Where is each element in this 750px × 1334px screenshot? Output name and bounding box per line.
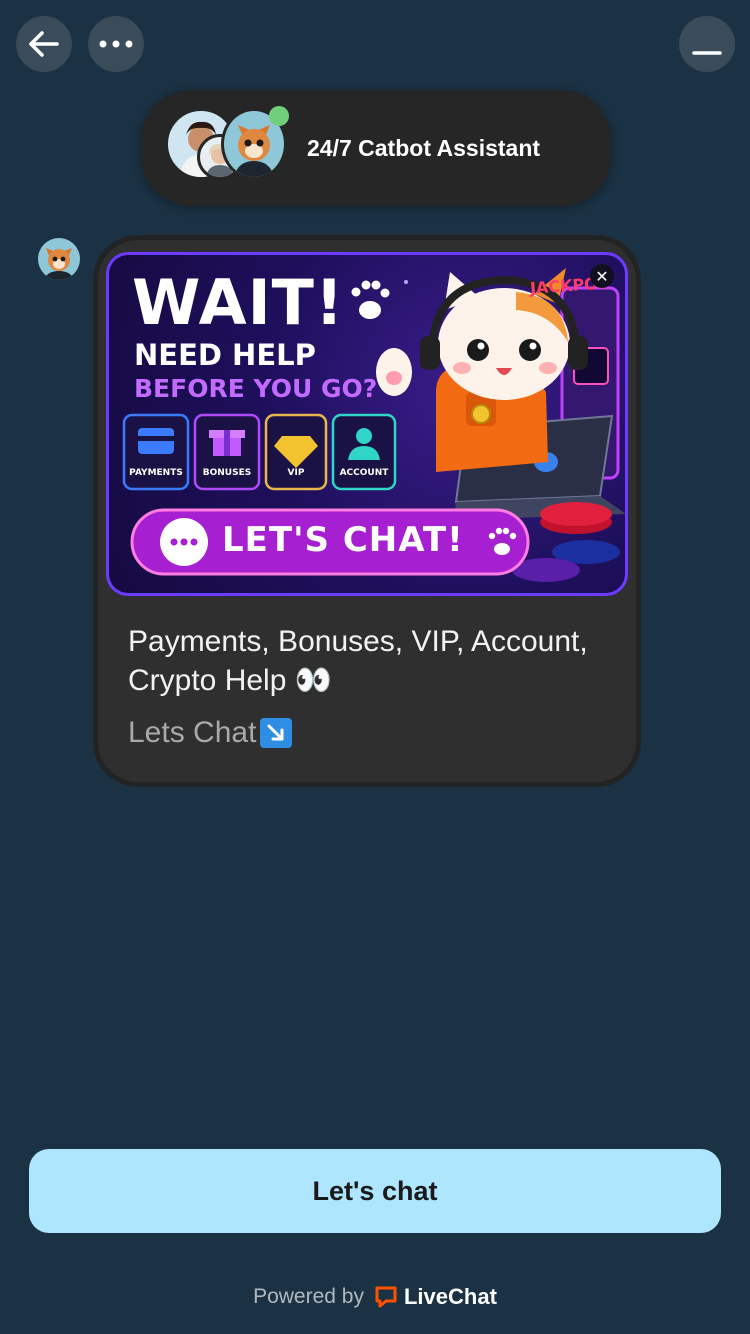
minimize-icon	[692, 51, 722, 55]
banner-cta: LET'S CHAT!	[222, 520, 464, 560]
banner-close-icon[interactable]: ✕	[590, 264, 614, 288]
banner-line2: BEFORE YOU GO?	[134, 374, 378, 403]
message-text: Payments, Bonuses, VIP, Account, Crypto …	[128, 625, 588, 697]
banner-category-bonuses: BONUSES	[202, 468, 252, 478]
livechat-logo-icon	[374, 1285, 398, 1309]
more-horizontal-icon	[99, 40, 133, 48]
banner-category-vip: VIP	[287, 468, 305, 478]
more-options-button[interactable]	[88, 16, 144, 72]
minimize-button[interactable]	[679, 16, 735, 72]
banner-line1: NEED HELP	[134, 338, 316, 372]
banner-category-account: ACCOUNT	[339, 468, 389, 478]
back-button[interactable]	[16, 16, 72, 72]
arrow-down-right-icon	[260, 718, 293, 748]
lets-chat-button[interactable]: Let's chat	[29, 1149, 721, 1233]
agent-header: 24/7 Catbot Assistant	[141, 90, 611, 206]
powered-by-text: Powered by	[253, 1285, 364, 1308]
banner-category-payments: PAYMENTS	[129, 468, 183, 478]
banner-headline: WAIT!	[132, 266, 345, 339]
message-card: WAIT! NEED HELP BEFORE YOU GO? JACKPOT ✕…	[98, 240, 636, 782]
livechat-brand[interactable]: LiveChat	[404, 1284, 497, 1310]
arrow-left-icon	[29, 31, 59, 57]
online-indicator	[269, 106, 289, 126]
powered-by-footer: Powered by LiveChat	[0, 1284, 750, 1310]
message-subtext-row: Lets Chat	[128, 716, 293, 750]
message-subtext: Lets Chat	[128, 716, 257, 749]
agent-avatars	[165, 106, 295, 188]
bot-avatar	[38, 238, 80, 280]
agent-name: 24/7 Catbot Assistant	[307, 134, 541, 161]
promo-banner[interactable]: WAIT! NEED HELP BEFORE YOU GO? JACKPOT ✕…	[106, 252, 628, 596]
